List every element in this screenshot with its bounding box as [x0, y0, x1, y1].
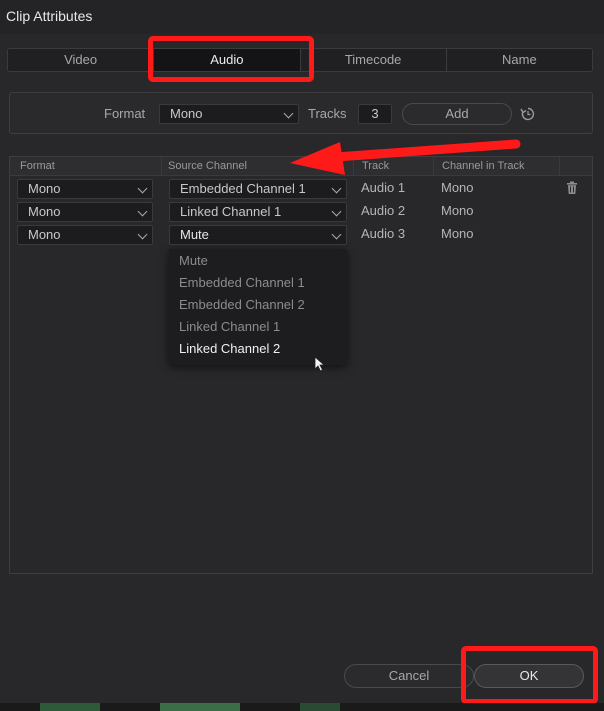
add-button[interactable]: Add — [402, 103, 512, 125]
tab-name[interactable]: Name — [447, 49, 592, 71]
row3-channel: Mono — [441, 226, 474, 241]
source-channel-dropdown: Mute Embedded Channel 1 Embedded Channel… — [169, 249, 347, 365]
option-embedded-channel-2[interactable]: Embedded Channel 2 — [179, 297, 305, 312]
tab-video[interactable]: Video — [8, 49, 155, 71]
option-linked-channel-1[interactable]: Linked Channel 1 — [179, 319, 280, 334]
row2-format-select[interactable]: Mono — [17, 202, 153, 222]
format-select-value: Mono — [170, 106, 203, 121]
chevron-down-icon — [137, 206, 148, 217]
header-track: Track — [354, 157, 434, 175]
row1-format-select[interactable]: Mono — [17, 179, 153, 199]
cancel-button[interactable]: Cancel — [344, 664, 474, 688]
row2-channel: Mono — [441, 203, 474, 218]
trash-icon[interactable] — [566, 181, 578, 195]
row3-format-select[interactable]: Mono — [17, 225, 153, 245]
title-bar: Clip Attributes — [0, 0, 604, 34]
option-linked-channel-2[interactable]: Linked Channel 2 — [179, 341, 280, 356]
table-header: Format Source Channel Track Channel in T… — [10, 157, 592, 176]
chevron-down-icon — [331, 206, 342, 217]
header-format: Format — [12, 157, 162, 175]
option-mute[interactable]: Mute — [179, 253, 208, 268]
row2-source-value: Linked Channel 1 — [180, 204, 282, 219]
chevron-down-icon — [283, 108, 294, 119]
row3-source-select[interactable]: Mute — [169, 225, 347, 245]
timeline-segment — [160, 703, 240, 711]
tab-bar: Video Audio Timecode Name — [7, 48, 593, 72]
tracks-input[interactable]: 3 — [358, 104, 392, 124]
header-channel-in-track: Channel in Track — [434, 157, 560, 175]
timeline-segment — [40, 703, 100, 711]
row1-source-value: Embedded Channel 1 — [180, 181, 306, 196]
row3-format-value: Mono — [28, 227, 61, 242]
row3-track: Audio 3 — [361, 226, 406, 241]
row2-source-select[interactable]: Linked Channel 1 — [169, 202, 347, 222]
format-panel: Format Mono Tracks 3 Add — [9, 92, 593, 134]
tab-timecode[interactable]: Timecode — [301, 49, 447, 71]
chevron-down-icon — [137, 229, 148, 240]
option-embedded-channel-1[interactable]: Embedded Channel 1 — [179, 275, 305, 290]
header-source-channel: Source Channel — [160, 157, 354, 175]
reset-icon[interactable] — [520, 106, 536, 122]
row1-format-value: Mono — [28, 181, 61, 196]
chevron-down-icon — [137, 183, 148, 194]
window-title: Clip Attributes — [6, 8, 93, 24]
format-label: Format — [104, 106, 146, 121]
timeline-segment — [300, 703, 340, 711]
tracks-label: Tracks — [308, 106, 347, 121]
chevron-down-icon — [331, 229, 342, 240]
row3-source-value: Mute — [180, 227, 209, 242]
row1-track: Audio 1 — [361, 180, 406, 195]
tab-audio[interactable]: Audio — [154, 49, 301, 71]
row1-source-select[interactable]: Embedded Channel 1 — [169, 179, 347, 199]
row2-format-value: Mono — [28, 204, 61, 219]
mouse-cursor-icon — [314, 356, 326, 372]
format-select[interactable]: Mono — [159, 104, 299, 124]
ok-button[interactable]: OK — [474, 664, 584, 688]
row1-channel: Mono — [441, 180, 474, 195]
chevron-down-icon — [331, 183, 342, 194]
row2-track: Audio 2 — [361, 203, 406, 218]
